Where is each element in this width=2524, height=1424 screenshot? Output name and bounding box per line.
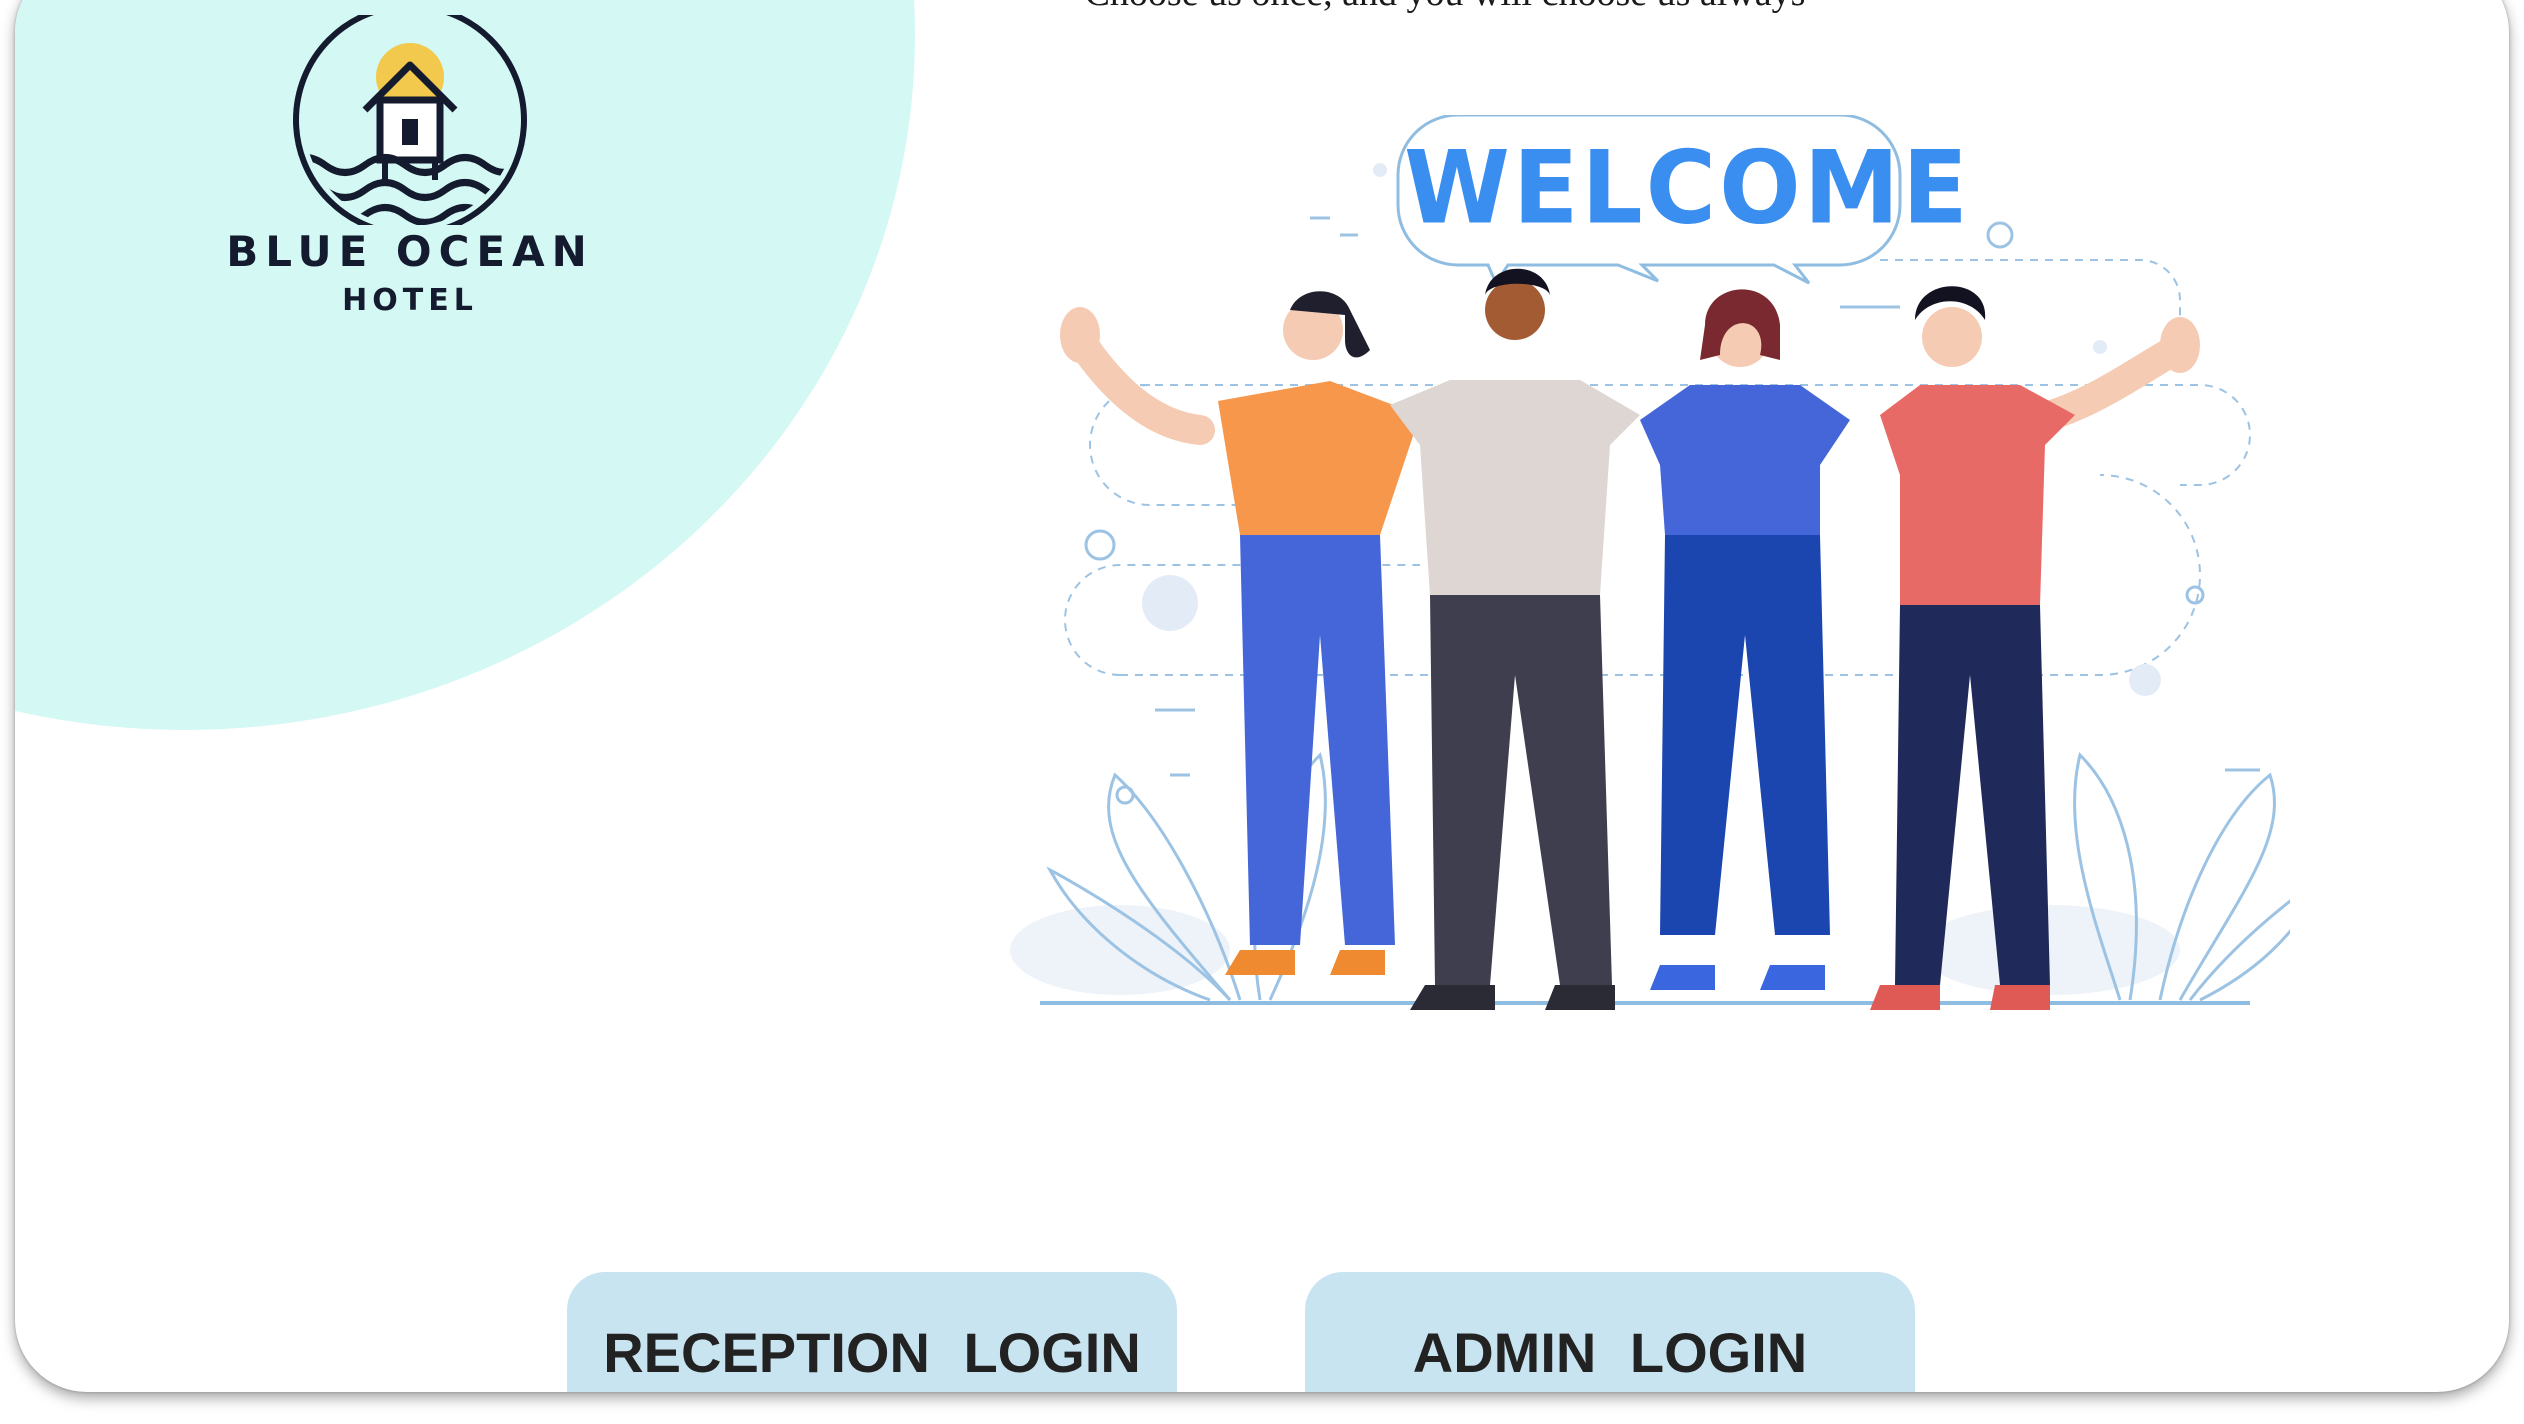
tagline: Choose us once, and you will choose us a… <box>995 0 1895 12</box>
logo-name: BLUE OCEAN <box>226 227 594 276</box>
reception-login-button[interactable]: RECEPTION LOGIN <box>567 1272 1177 1392</box>
person-1-figure <box>1060 291 1420 975</box>
app-window: Choose us once, and you will choose us a… <box>15 0 2509 1392</box>
logo-subtitle: HOTEL <box>342 283 478 318</box>
lighthouse-logo-icon <box>293 3 527 237</box>
person-2-figure <box>1390 268 1640 1010</box>
people-group-illustration <box>1010 115 2290 1010</box>
admin-login-button[interactable]: ADMIN LOGIN <box>1305 1272 1915 1392</box>
hotel-logo: BLUE OCEAN HOTEL <box>215 3 605 355</box>
welcome-illustration: WELCOME <box>1000 115 2290 1075</box>
person-4-figure <box>1870 286 2200 1010</box>
person-3-figure <box>1640 289 1850 990</box>
welcome-bubble-text: WELCOME <box>1404 129 1971 247</box>
